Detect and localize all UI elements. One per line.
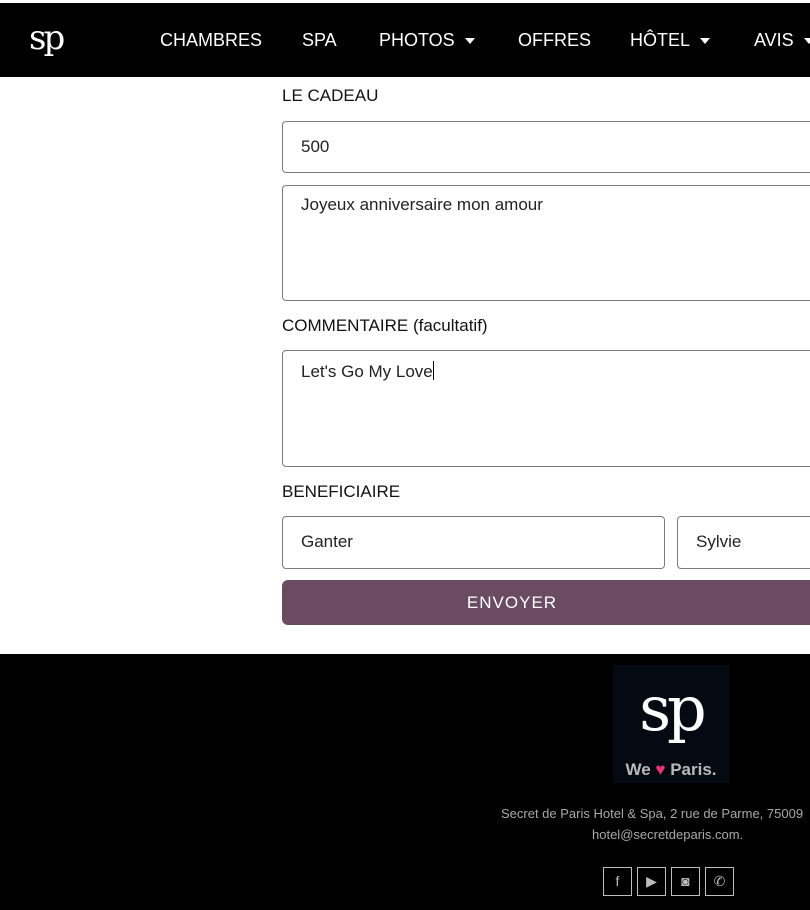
whatsapp-icon[interactable]: ✆ [705, 867, 734, 896]
submit-button[interactable]: ENVOYER [282, 580, 810, 625]
footer: sp We ♥ Paris. Secret de Paris Hotel & S… [0, 654, 810, 910]
heart-icon: ♥ [655, 760, 666, 779]
chevron-down-icon [700, 38, 711, 45]
comment-textarea[interactable]: Let's Go My Love [282, 350, 810, 467]
comment-value: Let's Go My Love [301, 362, 433, 381]
nav-photos[interactable]: PHOTOS [379, 29, 475, 51]
facebook-icon[interactable]: f [603, 867, 632, 896]
footer-tagline: We ♥ Paris. [613, 759, 729, 781]
nav-chambres-label: CHAMBRES [160, 30, 263, 50]
gift-amount-value: 500 [301, 137, 330, 156]
tagline-paris: Paris. [670, 760, 717, 779]
nav-spa[interactable]: SPA [302, 29, 337, 51]
footer-logo[interactable]: sp We ♥ Paris. [613, 665, 729, 783]
site-logo[interactable]: sp [29, 13, 73, 63]
beneficiary-first-name-input[interactable]: Sylvie [677, 516, 810, 569]
instagram-icon[interactable]: ◙ [671, 867, 700, 896]
nav-chambres[interactable]: CHAMBRES [160, 29, 262, 51]
chevron-down-icon [464, 38, 475, 45]
footer-email[interactable]: hotel@secretdeparis.com. [592, 827, 743, 843]
beneficiary-last-name-input[interactable]: Ganter [282, 516, 665, 569]
gift-label: LE CADEAU [282, 86, 379, 105]
youtube-icon[interactable]: ▶ [637, 867, 666, 896]
chevron-down-icon [803, 38, 810, 45]
gift-amount-input[interactable]: 500 [282, 121, 810, 173]
nav-hotel[interactable]: HÔTEL [630, 29, 711, 51]
nav-offres[interactable]: OFFRES [518, 29, 591, 51]
tagline-we: We [625, 760, 651, 779]
beneficiary-last-name-value: Ganter [301, 532, 353, 551]
beneficiary-label: BENEFICIAIRE [282, 482, 401, 501]
comment-label: COMMENTAIRE (facultatif) [282, 316, 488, 335]
footer-address: Secret de Paris Hotel & Spa, 2 rue de Pa… [501, 806, 804, 821]
navbar: sp CHAMBRES SPA PHOTOS OFFRES HÔTEL AVIS [0, 3, 810, 77]
submit-label: ENVOYER [466, 593, 558, 612]
gift-message-value: Joyeux anniversaire mon amour [301, 195, 543, 214]
nav-spa-label: SPA [302, 30, 337, 50]
gift-message-textarea[interactable]: Joyeux anniversaire mon amour [282, 185, 810, 301]
text-cursor [432, 361, 434, 380]
nav-photos-label: PHOTOS [379, 30, 455, 50]
footer-logo-mark: sp [639, 672, 707, 745]
nav-avis[interactable]: AVIS [754, 29, 810, 51]
nav-offres-label: OFFRES [518, 30, 592, 50]
nav-avis-label: AVIS [754, 30, 794, 50]
nav-hotel-label: HÔTEL [630, 30, 691, 50]
beneficiary-first-name-value: Sylvie [696, 532, 742, 551]
